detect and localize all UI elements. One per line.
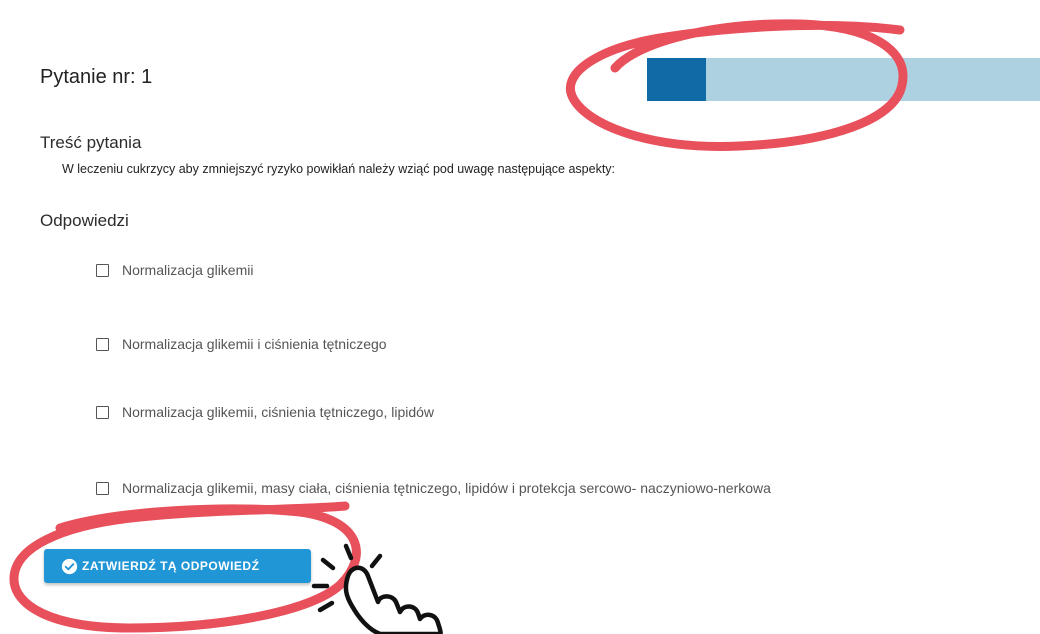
answer-option-3[interactable]: Normalizacja glikemii, ciśnienia tętnicz… [96, 404, 434, 420]
progress-bar [647, 58, 1040, 101]
answer-option-2[interactable]: Normalizacja glikemii i ciśnienia tętnic… [96, 336, 387, 352]
progress-fill [647, 58, 706, 101]
submit-button-label: ZATWIERDŹ TĄ ODPOWIEDŹ [82, 559, 260, 573]
answer-label: Normalizacja glikemii [122, 262, 254, 278]
answer-option-1[interactable]: Normalizacja glikemii [96, 262, 253, 278]
question-number: Pytanie nr: 1 [40, 66, 153, 88]
quiz-page: Pytanie nr: 1 Treść pytania W leczeniu c… [0, 0, 1040, 634]
question-text: W leczeniu cukrzycy aby zmniejszyć ryzyk… [62, 162, 616, 176]
submit-answer-button[interactable]: ZATWIERDŹ TĄ ODPOWIEDŹ [44, 549, 311, 583]
checkbox-icon[interactable] [96, 405, 109, 419]
hand-pointer-icon [311, 543, 443, 634]
answer-label: Normalizacja glikemii i ciśnienia tętnic… [122, 336, 387, 352]
question-content-title: Treść pytania [40, 133, 142, 152]
answer-label: Normalizacja glikemii, masy ciała, ciśni… [122, 480, 771, 496]
check-circle-icon [61, 558, 78, 574]
answer-option-4[interactable]: Normalizacja glikemii, masy ciała, ciśni… [96, 480, 771, 496]
checkbox-icon[interactable] [96, 337, 109, 351]
checkbox-icon[interactable] [96, 263, 109, 277]
checkbox-icon[interactable] [96, 481, 109, 495]
answer-label: Normalizacja glikemii, ciśnienia tętnicz… [122, 404, 435, 420]
answers-title: Odpowiedzi [40, 211, 129, 230]
